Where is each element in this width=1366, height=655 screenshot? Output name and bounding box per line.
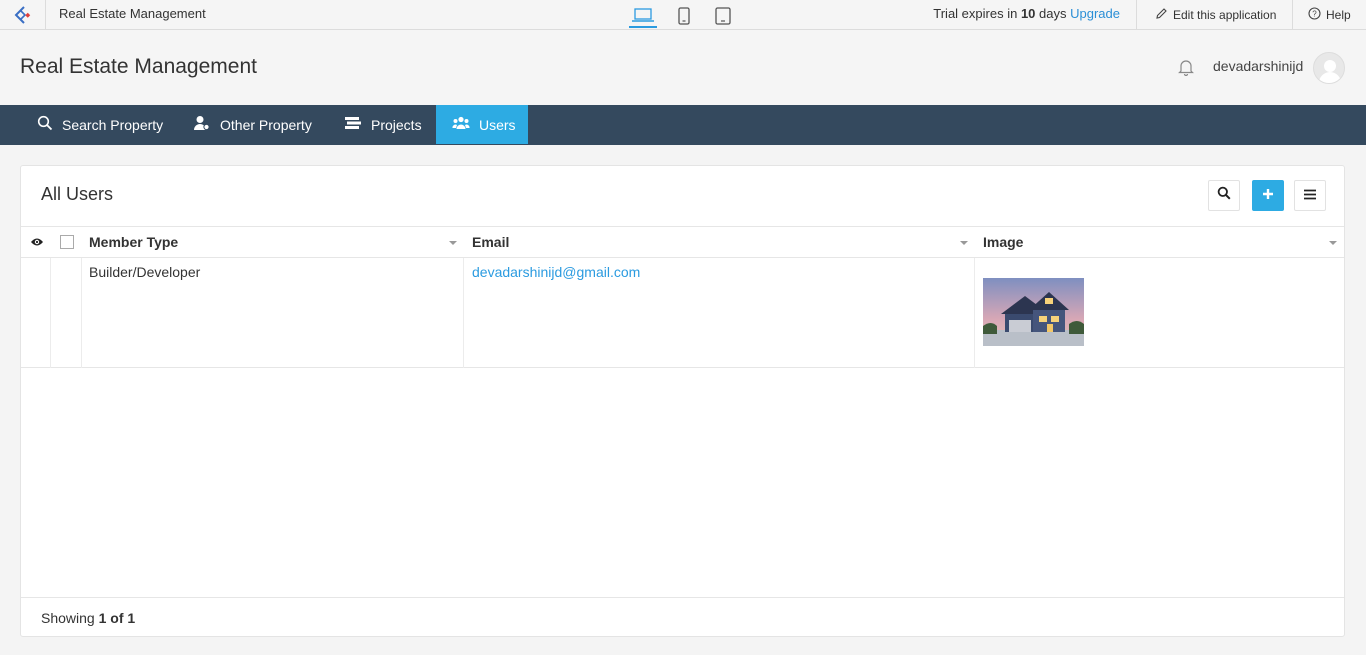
eye-icon[interactable]	[30, 235, 44, 253]
table-row[interactable]: Builder/Developer devadarshinijd@gmail.c…	[21, 258, 1344, 368]
svg-text:?: ?	[1312, 9, 1317, 18]
menu-button[interactable]	[1294, 180, 1326, 211]
upgrade-link[interactable]: Upgrade	[1070, 6, 1120, 21]
app-logo-icon[interactable]	[0, 0, 46, 29]
column-header-member-type[interactable]: Member Type	[89, 227, 178, 257]
column-divider	[974, 258, 975, 368]
trial-suffix: days	[1039, 6, 1067, 21]
table-footer: Showing 1 of 1	[21, 597, 1344, 637]
edit-application-label: Edit this application	[1173, 7, 1277, 22]
projects-icon	[344, 116, 362, 133]
plus-icon	[1262, 187, 1274, 205]
house-photo[interactable]	[983, 278, 1084, 346]
page-title: Real Estate Management	[20, 55, 257, 78]
top-bar: Real Estate Management Trial expires in …	[0, 0, 1366, 30]
avatar[interactable]	[1313, 52, 1345, 84]
trial-prefix: Trial expires in	[933, 6, 1018, 21]
sort-caret-icon[interactable]	[960, 241, 968, 245]
bell-icon[interactable]	[1178, 58, 1194, 81]
email-link[interactable]: devadarshinijd@gmail.com	[472, 264, 640, 280]
app-header: Real Estate Management devadarshinijd	[0, 30, 1366, 105]
member-type-cell: Builder/Developer	[89, 264, 201, 280]
username[interactable]: devadarshinijd	[1213, 58, 1303, 74]
tab-users[interactable]: Users	[436, 105, 528, 144]
sort-caret-icon[interactable]	[449, 241, 457, 245]
search-button[interactable]	[1208, 180, 1240, 211]
tab-label: Projects	[371, 116, 422, 133]
column-divider	[50, 258, 51, 368]
users-panel: All Users Member Type Email Image Builde	[20, 165, 1345, 637]
laptop-icon[interactable]	[629, 4, 657, 28]
main-navigation: Search Property Other Property Projects …	[0, 105, 1366, 145]
app-name: Real Estate Management	[59, 6, 206, 21]
tab-other-property[interactable]: Other Property	[193, 105, 312, 144]
add-user-button[interactable]	[1252, 180, 1284, 211]
edit-application-button[interactable]: Edit this application	[1136, 0, 1293, 29]
user-icon	[193, 115, 211, 134]
tablet-icon[interactable]	[709, 4, 737, 28]
question-icon: ?	[1308, 6, 1321, 23]
select-all-checkbox[interactable]	[60, 235, 74, 249]
search-icon	[1217, 186, 1231, 205]
trial-days: 10	[1020, 6, 1036, 21]
footer-prefix: Showing	[41, 609, 95, 626]
column-header-image[interactable]: Image	[983, 227, 1023, 257]
sort-caret-icon[interactable]	[1329, 241, 1337, 245]
users-icon	[452, 116, 470, 133]
help-button[interactable]: ? Help	[1293, 0, 1366, 29]
help-label: Help	[1326, 7, 1351, 22]
tab-label: Other Property	[220, 116, 312, 133]
pencil-icon	[1155, 7, 1168, 23]
phone-icon[interactable]	[670, 4, 698, 28]
tab-label: Search Property	[62, 116, 164, 133]
search-icon	[37, 115, 53, 134]
tab-projects[interactable]: Projects	[344, 105, 422, 144]
tab-search-property[interactable]: Search Property	[37, 105, 163, 144]
table-header: Member Type Email Image	[21, 226, 1344, 258]
column-header-email[interactable]: Email	[472, 227, 509, 257]
hamburger-icon	[1304, 187, 1316, 205]
panel-title: All Users	[41, 184, 114, 204]
column-divider	[81, 258, 82, 368]
record-count: 1 of 1	[98, 609, 136, 626]
trial-notice: Trial expires in 10 days Upgrade	[933, 6, 1120, 21]
column-divider	[463, 258, 464, 368]
tab-label: Users	[479, 116, 516, 133]
